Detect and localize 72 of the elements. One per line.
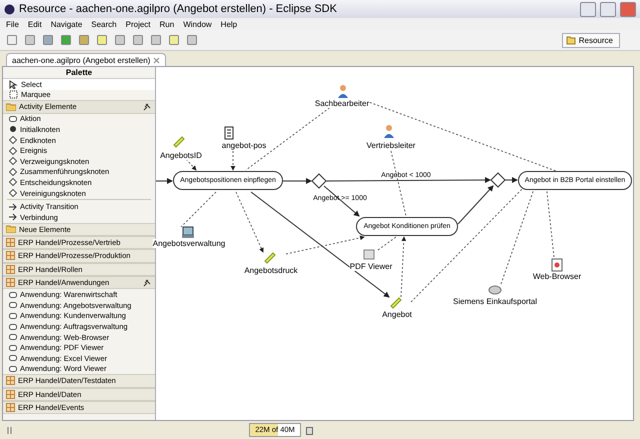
grid-icon	[6, 264, 15, 274]
editor-tab[interactable]: aachen-one.agilpro (Angebot erstellen)	[6, 53, 166, 66]
toolbar-icon[interactable]	[6, 34, 18, 46]
toolbar-icon[interactable]	[78, 34, 90, 46]
association-arrow	[186, 158, 197, 171]
folder-icon	[566, 35, 576, 45]
object-label: Angebotsverwaltung	[152, 239, 226, 248]
object-label: Angebotsdruck	[244, 266, 298, 275]
toolbar-icon[interactable]	[150, 34, 162, 46]
decision-diamond	[490, 172, 506, 188]
flow-arrow	[504, 177, 518, 183]
menu-item[interactable]: Run	[160, 20, 174, 28]
object-label: angebot-pos	[222, 141, 266, 150]
flow-arrow	[282, 178, 312, 184]
data-icon	[263, 250, 277, 264]
menu-item[interactable]: Search	[91, 20, 117, 28]
toolbar-icon[interactable]	[114, 34, 126, 46]
pin-icon[interactable]	[143, 102, 151, 111]
grid-icon	[6, 376, 15, 386]
object-label: Web-Browser	[532, 272, 582, 281]
editor-tab-label: aachen-one.agilpro (Angebot erstellen)	[12, 56, 150, 64]
toolbar-icon[interactable]	[24, 34, 36, 46]
palette-item-icon	[9, 213, 17, 222]
data-icon	[172, 134, 186, 148]
grid-icon	[6, 278, 15, 288]
folder-icon	[6, 225, 16, 234]
toolbar-icon[interactable]	[132, 34, 144, 46]
association-arrow	[236, 192, 264, 253]
perspective-button[interactable]: Resource	[562, 32, 620, 48]
toolbar-icon[interactable]	[186, 34, 198, 46]
toolbar-icon[interactable]	[96, 34, 108, 46]
application-icon	[181, 225, 195, 239]
toolbar-icon[interactable]	[60, 34, 72, 46]
association-line	[180, 192, 216, 228]
association-arrow	[400, 236, 406, 298]
role-icon	[382, 124, 396, 138]
marquee-icon	[9, 90, 18, 100]
object-label: Siemens Einkaufsportal	[452, 297, 538, 306]
palette-title: Palette	[66, 68, 92, 77]
toolbar-icon[interactable]	[42, 34, 54, 46]
minimize-button[interactable]	[580, 2, 596, 16]
menu-item[interactable]: Help	[220, 20, 238, 28]
menu-item[interactable]: File	[6, 20, 19, 28]
object-label: Vertriebsleiter	[366, 141, 416, 150]
data-icon	[389, 295, 403, 309]
document-icon	[222, 126, 236, 140]
pointer-icon	[9, 80, 18, 89]
menu-item[interactable]: Navigate	[50, 20, 82, 28]
menu-item[interactable]: Project	[126, 20, 151, 28]
folder-icon	[6, 102, 16, 111]
close-button[interactable]	[620, 2, 636, 16]
close-icon[interactable]	[153, 56, 160, 64]
grid-icon	[6, 251, 15, 260]
palette-item-icon	[9, 202, 17, 211]
grid-icon	[6, 403, 15, 412]
decision-diamond	[311, 173, 327, 189]
grid-icon	[6, 390, 15, 399]
menu-item[interactable]: Edit	[28, 20, 42, 28]
grid-icon	[6, 238, 15, 248]
role-icon	[336, 84, 350, 98]
maximize-button[interactable]	[600, 2, 616, 16]
association-line	[378, 236, 396, 250]
object-label: Sachbearbeiter	[314, 99, 370, 108]
object-label: PDF Viewer	[350, 262, 392, 271]
object-label: AngebotsID	[160, 151, 202, 160]
object-label: Angebot	[382, 310, 412, 319]
flow-arrow	[458, 185, 494, 224]
toolbar-icon[interactable]	[168, 34, 180, 46]
window-title: Resource - aachen-one.agilpro (Angebot erstellen) - Eclipse SDK	[19, 3, 338, 15]
flow-arrow	[156, 178, 173, 184]
menu-item[interactable]: Window	[183, 20, 212, 28]
pin-icon[interactable]	[143, 278, 151, 287]
